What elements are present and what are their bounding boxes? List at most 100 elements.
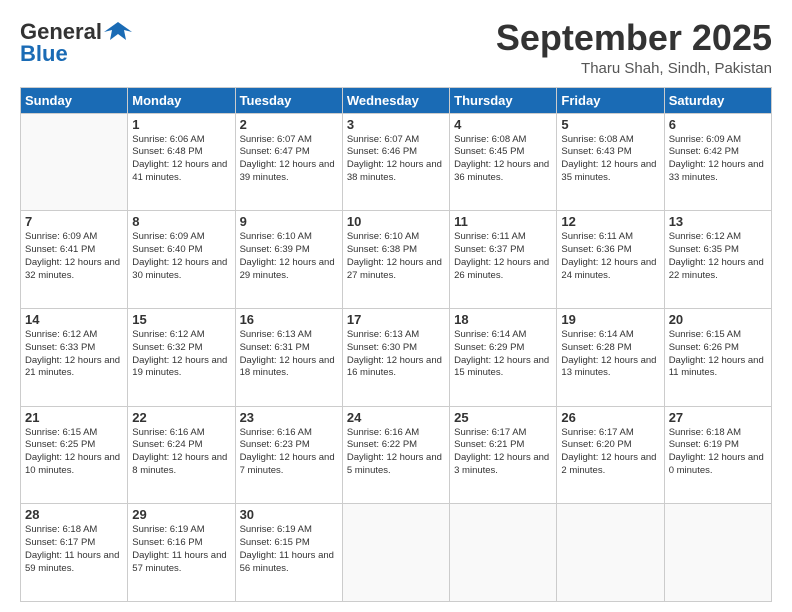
day-number: 5 <box>561 117 659 132</box>
page: General Blue September 2025 Tharu Shah, … <box>0 0 792 612</box>
weekday-header-friday: Friday <box>557 87 664 113</box>
calendar-cell: 6Sunrise: 6:09 AMSunset: 6:42 PMDaylight… <box>664 113 771 211</box>
day-number: 15 <box>132 312 230 327</box>
calendar-cell <box>342 504 449 602</box>
day-info: Sunrise: 6:15 AMSunset: 6:25 PMDaylight:… <box>25 427 123 478</box>
day-info: Sunrise: 6:14 AMSunset: 6:28 PMDaylight:… <box>561 329 659 380</box>
day-info: Sunrise: 6:16 AMSunset: 6:23 PMDaylight:… <box>240 427 338 478</box>
day-number: 13 <box>669 214 767 229</box>
day-number: 3 <box>347 117 445 132</box>
day-info: Sunrise: 6:12 AMSunset: 6:35 PMDaylight:… <box>669 231 767 282</box>
calendar-cell: 4 Sunrise: 6:08 AMSunset: 6:45 PMDaylight… <box>450 113 557 211</box>
calendar-week-4: 28 Sunrise: 6:18 AMSunset: 6:17 PMDayligh… <box>21 504 772 602</box>
calendar-cell: 28 Sunrise: 6:18 AMSunset: 6:17 PMDayligh… <box>21 504 128 602</box>
day-number: 16 <box>240 312 338 327</box>
calendar-cell: 24 Sunrise: 6:16 AMSunset: 6:22 PMDayligh… <box>342 406 449 504</box>
day-info: Sunrise: 6:11 AMSunset: 6:36 PMDaylight:… <box>561 231 659 282</box>
calendar-cell: 11 Sunrise: 6:11 AMSunset: 6:37 PMDayligh… <box>450 211 557 309</box>
logo: General Blue <box>20 18 132 66</box>
day-info: Sunrise: 6:11 AMSunset: 6:37 PMDaylight:… <box>454 231 552 282</box>
day-number: 20 <box>669 312 767 327</box>
weekday-header-monday: Monday <box>128 87 235 113</box>
day-number: 23 <box>240 410 338 425</box>
weekday-row: SundayMondayTuesdayWednesdayThursdayFrid… <box>21 87 772 113</box>
weekday-header-tuesday: Tuesday <box>235 87 342 113</box>
day-number: 14 <box>25 312 123 327</box>
title-block: September 2025 Tharu Shah, Sindh, Pakist… <box>496 18 772 77</box>
month-title: September 2025 <box>496 18 772 58</box>
calendar-cell: 30 Sunrise: 6:19 AMSunset: 6:15 PMDayligh… <box>235 504 342 602</box>
day-number: 29 <box>132 507 230 522</box>
calendar-cell: 15 Sunrise: 6:12 AMSunset: 6:32 PMDayligh… <box>128 308 235 406</box>
day-info: Sunrise: 6:10 AMSunset: 6:39 PMDaylight:… <box>240 231 338 282</box>
calendar-cell: 27 Sunrise: 6:18 AMSunset: 6:19 PMDayligh… <box>664 406 771 504</box>
calendar-cell <box>664 504 771 602</box>
day-number: 18 <box>454 312 552 327</box>
day-info: Sunrise: 6:08 AMSunset: 6:43 PMDaylight:… <box>561 134 659 185</box>
day-number: 6 <box>669 117 767 132</box>
day-number: 21 <box>25 410 123 425</box>
day-info: Sunrise: 6:10 AMSunset: 6:38 PMDaylight:… <box>347 231 445 282</box>
day-number: 27 <box>669 410 767 425</box>
day-info: Sunrise: 6:16 AMSunset: 6:24 PMDaylight:… <box>132 427 230 478</box>
calendar-cell <box>557 504 664 602</box>
day-info: Sunrise: 6:18 AMSunset: 6:17 PMDaylight:… <box>25 524 123 575</box>
day-number: 22 <box>132 410 230 425</box>
calendar-cell: 17 Sunrise: 6:13 AMSunset: 6:30 PMDayligh… <box>342 308 449 406</box>
day-number: 30 <box>240 507 338 522</box>
calendar-cell: 26Sunrise: 6:17 AMSunset: 6:20 PMDayligh… <box>557 406 664 504</box>
day-info: Sunrise: 6:19 AMSunset: 6:16 PMDaylight:… <box>132 524 230 575</box>
weekday-header-sunday: Sunday <box>21 87 128 113</box>
day-number: 24 <box>347 410 445 425</box>
day-number: 7 <box>25 214 123 229</box>
day-number: 4 <box>454 117 552 132</box>
calendar-cell: 8Sunrise: 6:09 AMSunset: 6:40 PMDaylight… <box>128 211 235 309</box>
location-title: Tharu Shah, Sindh, Pakistan <box>496 60 772 77</box>
day-info: Sunrise: 6:15 AMSunset: 6:26 PMDaylight:… <box>669 329 767 380</box>
calendar-cell: 20 Sunrise: 6:15 AMSunset: 6:26 PMDayligh… <box>664 308 771 406</box>
calendar-cell: 14 Sunrise: 6:12 AMSunset: 6:33 PMDayligh… <box>21 308 128 406</box>
day-info: Sunrise: 6:17 AMSunset: 6:21 PMDaylight:… <box>454 427 552 478</box>
calendar-header: SundayMondayTuesdayWednesdayThursdayFrid… <box>21 87 772 113</box>
day-number: 17 <box>347 312 445 327</box>
day-info: Sunrise: 6:06 AMSunset: 6:48 PMDaylight:… <box>132 134 230 185</box>
day-number: 25 <box>454 410 552 425</box>
calendar-cell <box>450 504 557 602</box>
day-number: 1 <box>132 117 230 132</box>
day-info: Sunrise: 6:16 AMSunset: 6:22 PMDaylight:… <box>347 427 445 478</box>
calendar-cell: 3Sunrise: 6:07 AMSunset: 6:46 PMDaylight… <box>342 113 449 211</box>
day-info: Sunrise: 6:19 AMSunset: 6:15 PMDaylight:… <box>240 524 338 575</box>
day-number: 2 <box>240 117 338 132</box>
calendar-cell: 12 Sunrise: 6:11 AMSunset: 6:36 PMDayligh… <box>557 211 664 309</box>
calendar-table: SundayMondayTuesdayWednesdayThursdayFrid… <box>20 87 772 602</box>
calendar-cell: 16Sunrise: 6:13 AMSunset: 6:31 PMDayligh… <box>235 308 342 406</box>
calendar-cell: 21 Sunrise: 6:15 AMSunset: 6:25 PMDayligh… <box>21 406 128 504</box>
day-info: Sunrise: 6:18 AMSunset: 6:19 PMDaylight:… <box>669 427 767 478</box>
calendar-cell: 29 Sunrise: 6:19 AMSunset: 6:16 PMDayligh… <box>128 504 235 602</box>
day-number: 9 <box>240 214 338 229</box>
logo-text-blue: Blue <box>20 42 68 66</box>
calendar-cell <box>21 113 128 211</box>
calendar-cell: 10Sunrise: 6:10 AMSunset: 6:38 PMDayligh… <box>342 211 449 309</box>
day-info: Sunrise: 6:14 AMSunset: 6:29 PMDaylight:… <box>454 329 552 380</box>
weekday-header-thursday: Thursday <box>450 87 557 113</box>
calendar-body: 1 Sunrise: 6:06 AMSunset: 6:48 PMDaylight… <box>21 113 772 601</box>
calendar-cell: 2Sunrise: 6:07 AMSunset: 6:47 PMDaylight… <box>235 113 342 211</box>
weekday-header-wednesday: Wednesday <box>342 87 449 113</box>
day-number: 11 <box>454 214 552 229</box>
day-info: Sunrise: 6:12 AMSunset: 6:33 PMDaylight:… <box>25 329 123 380</box>
calendar-week-1: 7 Sunrise: 6:09 AMSunset: 6:41 PMDaylight… <box>21 211 772 309</box>
day-info: Sunrise: 6:13 AMSunset: 6:30 PMDaylight:… <box>347 329 445 380</box>
day-info: Sunrise: 6:12 AMSunset: 6:32 PMDaylight:… <box>132 329 230 380</box>
calendar-cell: 25 Sunrise: 6:17 AMSunset: 6:21 PMDayligh… <box>450 406 557 504</box>
day-number: 26 <box>561 410 659 425</box>
day-info: Sunrise: 6:09 AMSunset: 6:41 PMDaylight:… <box>25 231 123 282</box>
day-number: 12 <box>561 214 659 229</box>
calendar-cell: 13 Sunrise: 6:12 AMSunset: 6:35 PMDayligh… <box>664 211 771 309</box>
day-info: Sunrise: 6:08 AMSunset: 6:45 PMDaylight:… <box>454 134 552 185</box>
calendar-cell: 1 Sunrise: 6:06 AMSunset: 6:48 PMDaylight… <box>128 113 235 211</box>
logo-bird-icon <box>104 18 132 46</box>
calendar-cell: 9 Sunrise: 6:10 AMSunset: 6:39 PMDaylight… <box>235 211 342 309</box>
day-number: 28 <box>25 507 123 522</box>
calendar-week-3: 21 Sunrise: 6:15 AMSunset: 6:25 PMDayligh… <box>21 406 772 504</box>
